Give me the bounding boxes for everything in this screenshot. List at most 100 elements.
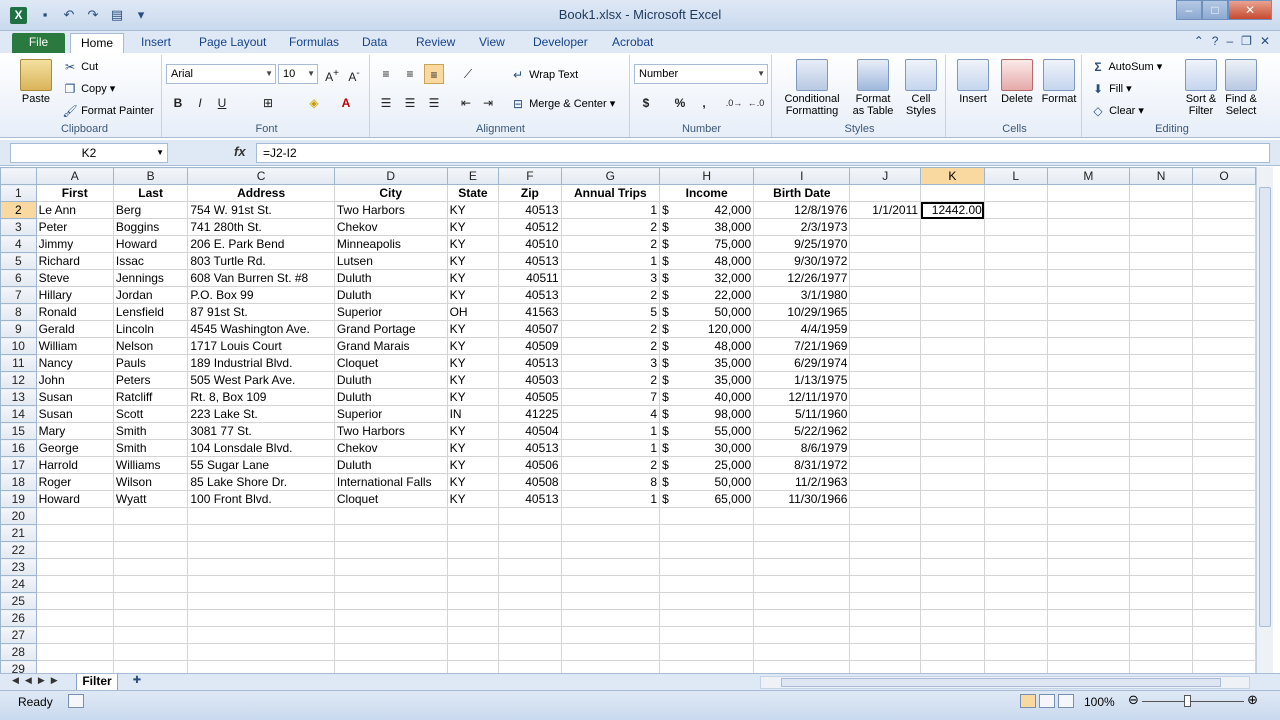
cell[interactable]: $50,000: [659, 303, 755, 321]
paste-button[interactable]: Paste: [16, 59, 56, 105]
cell[interactable]: 1: [560, 201, 661, 219]
cell[interactable]: 1/1/2011: [849, 201, 922, 219]
cell[interactable]: [1046, 592, 1131, 610]
cell[interactable]: [659, 507, 755, 525]
cell[interactable]: [498, 575, 562, 593]
cell[interactable]: [1046, 439, 1131, 457]
cell[interactable]: [1191, 303, 1256, 321]
cell[interactable]: [920, 218, 985, 236]
cell[interactable]: Cloquet: [333, 490, 448, 508]
cell[interactable]: [920, 660, 985, 673]
cell[interactable]: [1191, 218, 1256, 236]
cell[interactable]: [849, 354, 922, 372]
zoom-out-icon[interactable]: ⊖: [1128, 692, 1139, 708]
cell[interactable]: [1129, 269, 1193, 287]
select-all-corner[interactable]: [0, 167, 37, 185]
cell[interactable]: [1046, 371, 1131, 389]
cell[interactable]: [1191, 388, 1256, 406]
cell[interactable]: [1046, 201, 1131, 219]
cell[interactable]: [920, 320, 985, 338]
cell[interactable]: [187, 575, 335, 593]
cell[interactable]: [35, 592, 114, 610]
cell[interactable]: Lensfield: [112, 303, 189, 321]
cell[interactable]: [983, 184, 1048, 202]
cell[interactable]: $98,000: [659, 405, 755, 423]
align-left-icon[interactable]: ☰: [376, 93, 396, 113]
fill-color-icon[interactable]: ◈: [304, 93, 324, 113]
cell[interactable]: 41225: [498, 405, 562, 423]
row-header[interactable]: 9: [0, 320, 37, 338]
cell[interactable]: [35, 609, 114, 627]
cell[interactable]: [1129, 201, 1193, 219]
cell[interactable]: [1191, 507, 1256, 525]
cell[interactable]: [1191, 252, 1256, 270]
cell[interactable]: [446, 507, 500, 525]
cell[interactable]: [920, 524, 985, 542]
cell[interactable]: 1: [560, 252, 661, 270]
cell[interactable]: Peter: [35, 218, 114, 236]
column-header-j[interactable]: J: [849, 167, 922, 185]
horizontal-scroll-thumb[interactable]: [781, 678, 1221, 687]
cell[interactable]: 2: [560, 456, 661, 474]
cell[interactable]: 741 280th St.: [187, 218, 335, 236]
cell[interactable]: Jennings: [112, 269, 189, 287]
cell[interactable]: [983, 354, 1048, 372]
cell[interactable]: [1129, 422, 1193, 440]
cell[interactable]: [1046, 269, 1131, 287]
cell[interactable]: 608 Van Burren St. #8: [187, 269, 335, 287]
cell[interactable]: Income: [659, 184, 755, 202]
cell[interactable]: [983, 235, 1048, 253]
cell[interactable]: 1: [560, 439, 661, 457]
cell[interactable]: [849, 422, 922, 440]
shrink-font-icon[interactable]: A-: [344, 64, 364, 84]
cell[interactable]: [498, 507, 562, 525]
cell[interactable]: 5/22/1962: [753, 422, 851, 440]
cell[interactable]: 754 W. 91st St.: [187, 201, 335, 219]
font-color-icon[interactable]: A: [336, 93, 356, 113]
cell[interactable]: 4: [560, 405, 661, 423]
format-painter-button[interactable]: 🖌 Format Painter: [62, 103, 153, 119]
column-header-l[interactable]: L: [983, 167, 1048, 185]
cell[interactable]: [1129, 541, 1193, 559]
cell[interactable]: [753, 541, 851, 559]
cell[interactable]: [333, 660, 448, 673]
cell[interactable]: [920, 609, 985, 627]
cell[interactable]: [1129, 660, 1193, 673]
cell[interactable]: [1046, 218, 1131, 236]
cell[interactable]: [1191, 422, 1256, 440]
cell[interactable]: [849, 388, 922, 406]
column-header-m[interactable]: M: [1046, 167, 1131, 185]
cell[interactable]: [560, 643, 661, 661]
cell[interactable]: 100 Front Blvd.: [187, 490, 335, 508]
cell[interactable]: Berg: [112, 201, 189, 219]
cell[interactable]: [849, 303, 922, 321]
font-size-combo[interactable]: 10 ▼: [278, 64, 318, 84]
cell[interactable]: [1191, 371, 1256, 389]
cell[interactable]: [983, 269, 1048, 287]
row-header[interactable]: 21: [0, 524, 37, 542]
cell[interactable]: [849, 218, 922, 236]
cell[interactable]: William: [35, 337, 114, 355]
cell[interactable]: [498, 660, 562, 673]
cell[interactable]: [1191, 354, 1256, 372]
insert-cells-button[interactable]: Insert: [952, 59, 994, 105]
cell[interactable]: [920, 405, 985, 423]
cell[interactable]: [920, 490, 985, 508]
cell[interactable]: [1129, 337, 1193, 355]
cell[interactable]: $75,000: [659, 235, 755, 253]
cell[interactable]: KY: [446, 337, 500, 355]
cell[interactable]: [1191, 626, 1256, 644]
sort-filter-button[interactable]: Sort & Filter: [1182, 59, 1220, 117]
cell[interactable]: Duluth: [333, 456, 448, 474]
cell[interactable]: [187, 524, 335, 542]
cell[interactable]: $32,000: [659, 269, 755, 287]
cell[interactable]: 104 Lonsdale Blvd.: [187, 439, 335, 457]
cell[interactable]: [187, 626, 335, 644]
number-format-combo[interactable]: Number ▼: [634, 64, 768, 84]
cell[interactable]: [112, 558, 189, 576]
cell[interactable]: 55 Sugar Lane: [187, 456, 335, 474]
cell[interactable]: 3: [560, 354, 661, 372]
cell[interactable]: Smith: [112, 439, 189, 457]
cell[interactable]: State: [446, 184, 500, 202]
cell[interactable]: 41563: [498, 303, 562, 321]
